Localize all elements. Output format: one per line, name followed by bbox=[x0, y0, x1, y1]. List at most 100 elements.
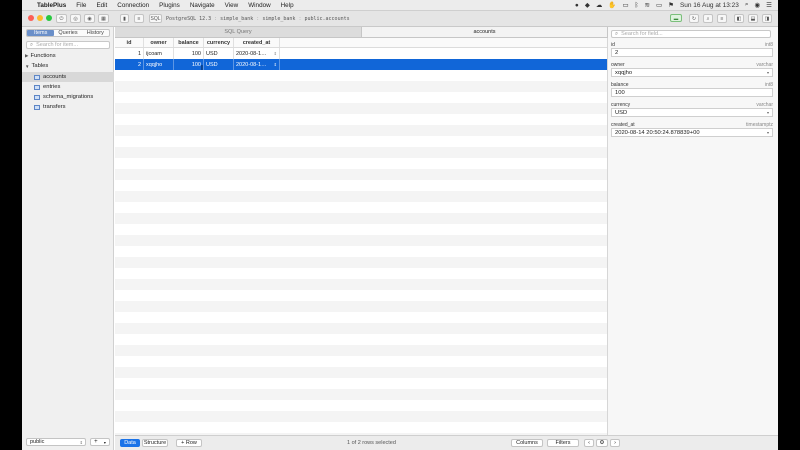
sidebar-search-input[interactable]: ⌕ Search for item... bbox=[26, 41, 110, 49]
letterbox-right bbox=[778, 0, 800, 450]
zoom-window-button[interactable] bbox=[46, 15, 52, 21]
list-icon[interactable]: ≡ bbox=[717, 14, 727, 23]
wifi-icon[interactable]: ≋ bbox=[645, 1, 650, 9]
sidebar-item-accounts[interactable]: accounts bbox=[22, 72, 114, 82]
plus-icon: + bbox=[94, 439, 98, 445]
sidebar-item-transfers[interactable]: transfers bbox=[22, 102, 114, 112]
cell-id[interactable]: 1 bbox=[115, 48, 144, 59]
cell-owner[interactable]: ijcoam bbox=[144, 48, 174, 59]
group-tables[interactable]: ▼ Tables bbox=[25, 63, 48, 69]
add-item-button[interactable]: + ▾ bbox=[90, 438, 110, 446]
chevron-down-icon[interactable]: ▾ bbox=[767, 130, 769, 135]
minimize-window-button[interactable] bbox=[37, 15, 43, 21]
schema-select[interactable]: public ⇕ bbox=[26, 438, 86, 446]
cell-balance[interactable]: 100 bbox=[174, 48, 204, 59]
sql-button[interactable]: SQL bbox=[149, 14, 162, 23]
cell-currency[interactable]: USD bbox=[204, 48, 234, 59]
column-header-id[interactable]: id bbox=[115, 38, 144, 47]
empty-row-stripe bbox=[115, 323, 607, 334]
menu-plugins[interactable]: Plugins bbox=[159, 2, 180, 9]
separator-icon: : bbox=[256, 15, 260, 22]
tab-sql-query[interactable]: SQL Query bbox=[115, 27, 362, 37]
record-icon[interactable]: ● bbox=[575, 2, 579, 9]
column-header-owner[interactable]: owner bbox=[144, 38, 174, 47]
segment-queries[interactable]: Queries bbox=[54, 30, 81, 36]
empty-row-stripe bbox=[115, 103, 607, 114]
column-header-balance[interactable]: balance bbox=[174, 38, 204, 47]
toggle-bottom-panel-icon[interactable]: ⬓ bbox=[748, 14, 758, 23]
lock-icon[interactable]: ▮ bbox=[120, 14, 129, 23]
search-icon[interactable]: ⌕ bbox=[745, 1, 749, 9]
sidebar-item-entries[interactable]: entries bbox=[22, 82, 114, 92]
menu-file[interactable]: File bbox=[76, 2, 86, 9]
cell-owner[interactable]: xqqjho bbox=[144, 59, 174, 70]
disclosure-right-icon: ▶ bbox=[25, 53, 29, 58]
battery-icon[interactable]: ▭ bbox=[656, 1, 662, 9]
sidebar-item-label: accounts bbox=[43, 74, 67, 80]
menu-help[interactable]: Help bbox=[281, 2, 294, 9]
gear-icon[interactable]: ⚙ bbox=[596, 439, 608, 447]
chevron-down-icon[interactable]: ▾ bbox=[767, 70, 769, 75]
menu-navigate[interactable]: Navigate bbox=[190, 2, 215, 9]
field-label: currency bbox=[611, 101, 631, 108]
cell-balance[interactable]: 100 bbox=[174, 59, 204, 70]
field-label: owner bbox=[611, 61, 625, 68]
field-search-input[interactable]: ⌕ Search for field... bbox=[611, 30, 771, 38]
cloud-icon[interactable]: ☁ bbox=[596, 1, 603, 9]
structure-tab-button[interactable]: Structure bbox=[142, 439, 168, 447]
display-icon[interactable]: ▭ bbox=[622, 1, 628, 9]
toggle-left-panel-icon[interactable]: ◧ bbox=[734, 14, 744, 23]
eye-icon[interactable]: ◉ bbox=[84, 14, 95, 23]
toggle-right-panel-icon[interactable]: ◨ bbox=[762, 14, 772, 23]
previous-page-icon[interactable]: ‹ bbox=[584, 439, 594, 447]
next-page-icon[interactable]: › bbox=[610, 439, 620, 447]
columns-button[interactable]: Columns bbox=[511, 439, 543, 447]
sidebar-item-schema-migrations[interactable]: schema_migrations bbox=[22, 92, 114, 102]
menu-edit[interactable]: Edit bbox=[96, 2, 107, 9]
user-icon[interactable]: ◉ bbox=[755, 1, 761, 9]
hand-icon[interactable]: ✋ bbox=[608, 1, 616, 9]
cell-currency[interactable]: USD bbox=[204, 59, 234, 70]
menu-window[interactable]: Window bbox=[248, 2, 270, 9]
database-icon[interactable]: ≡ bbox=[134, 14, 144, 23]
flag-icon[interactable]: ⚑ bbox=[668, 1, 674, 9]
segment-items[interactable]: Items bbox=[27, 30, 55, 36]
reload-icon[interactable]: ↻ bbox=[689, 14, 699, 23]
menu-app-name[interactable]: TablePlus bbox=[37, 2, 66, 9]
connection-database: simple_bank bbox=[262, 15, 296, 22]
field-value-input[interactable]: 2020-08-14 20:50:24.878839+00 ▾ bbox=[611, 128, 773, 137]
add-row-button[interactable]: + Row bbox=[176, 439, 202, 447]
menu-view[interactable]: View bbox=[225, 2, 239, 9]
clock-text[interactable]: Sun 16 Aug at 13:23 bbox=[680, 2, 739, 9]
group-functions[interactable]: ▶ Functions bbox=[25, 53, 56, 59]
segment-history[interactable]: History bbox=[82, 30, 109, 36]
field-value-input[interactable]: USD ▾ bbox=[611, 108, 773, 117]
tab-accounts[interactable]: accounts bbox=[362, 27, 608, 37]
menu-connection[interactable]: Connection bbox=[117, 2, 149, 9]
cell-created-at[interactable]: 2020-08-1… ⇕ bbox=[234, 59, 280, 70]
data-tab-button[interactable]: Data bbox=[120, 439, 140, 447]
field-value-input[interactable]: 2 bbox=[611, 48, 773, 57]
column-header-currency[interactable]: currency bbox=[204, 38, 234, 47]
close-window-button[interactable] bbox=[28, 15, 34, 21]
bag-icon[interactable]: ◆ bbox=[585, 1, 590, 9]
table-row-selected[interactable]: 2 xqqjho 100 USD 2020-08-1… ⇕ bbox=[115, 59, 607, 70]
menu-list-icon[interactable]: ☰ bbox=[766, 1, 772, 9]
field-value-input[interactable]: 100 bbox=[611, 88, 773, 97]
chevron-down-icon[interactable]: ▾ bbox=[767, 110, 769, 115]
empty-row-stripe bbox=[115, 345, 607, 356]
filters-button[interactable]: Filters bbox=[547, 439, 579, 447]
status-badge: ▬ bbox=[670, 14, 682, 22]
search-icon[interactable]: ⌕ bbox=[703, 14, 713, 23]
updown-icon: ⇕ bbox=[273, 62, 277, 67]
table-row[interactable]: 1 ijcoam 100 USD 2020-08-1… ⇕ bbox=[115, 48, 607, 59]
footer-bar: Data Structure + Row 1 of 2 rows selecte… bbox=[115, 435, 778, 450]
grid-icon[interactable]: ▦ bbox=[98, 14, 109, 23]
field-value-input[interactable]: xqqjho ▾ bbox=[611, 68, 773, 77]
refresh-circle-icon[interactable]: ◎ bbox=[70, 14, 81, 23]
column-header-created-at[interactable]: created_at bbox=[234, 38, 280, 47]
cell-created-at[interactable]: 2020-08-1… ⇕ bbox=[234, 48, 280, 59]
power-icon[interactable]: ⏻ bbox=[56, 14, 67, 23]
cell-id[interactable]: 2 bbox=[115, 59, 144, 70]
bluetooth-icon[interactable]: ᛒ bbox=[635, 2, 639, 9]
